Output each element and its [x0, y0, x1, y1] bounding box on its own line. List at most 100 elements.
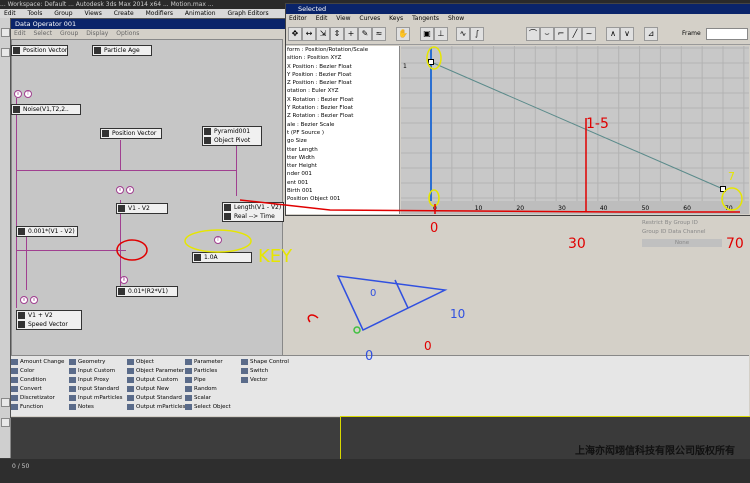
tangent-slow-icon[interactable]: ⌣: [540, 27, 554, 41]
input-port[interactable]: V: [14, 90, 22, 98]
track-item[interactable]: Z Rotation : Bezier Float: [286, 112, 399, 120]
depot-item[interactable]: Discretizator: [11, 394, 55, 402]
tangent-auto-icon[interactable]: ∿: [456, 27, 470, 41]
input-port[interactable]: T: [214, 236, 222, 244]
input-port[interactable]: V: [20, 296, 28, 304]
tool-button[interactable]: [1, 28, 10, 37]
input-port[interactable]: R: [120, 276, 128, 284]
depot-item[interactable]: Object: [127, 358, 154, 366]
ce-menu-edit[interactable]: Edit: [316, 15, 328, 22]
pan-icon[interactable]: ✋: [396, 27, 410, 41]
snap-frames-icon[interactable]: ⊥: [434, 27, 448, 41]
ce-menu-editor[interactable]: Editor: [289, 15, 307, 22]
scale-values-icon[interactable]: ⇕: [330, 27, 344, 41]
track-item[interactable]: X Rotation : Bezier Float: [286, 96, 399, 104]
depot-item[interactable]: Select Object: [185, 403, 231, 411]
controller-tracklist[interactable]: form : Position/Rotation/Scale sition : P…: [286, 46, 400, 214]
track-item[interactable]: Y Rotation : Bezier Float: [286, 104, 399, 112]
time-ruler[interactable]: [401, 201, 749, 214]
track-item[interactable]: X Position : Bezier Float: [286, 63, 399, 71]
track-item[interactable]: ent 001: [286, 179, 399, 187]
menu-create[interactable]: Create: [114, 10, 134, 17]
depot-item[interactable]: Object Parameter: [127, 367, 184, 375]
restrict-checkbox[interactable]: Restrict By Group ID: [642, 220, 698, 226]
tool-button[interactable]: [1, 418, 10, 427]
tool-button[interactable]: [1, 48, 10, 57]
key-start[interactable]: [428, 59, 434, 65]
depot-item[interactable]: Input mParticles: [69, 394, 123, 402]
depot-item[interactable]: Convert: [11, 385, 42, 393]
ce-menu-show[interactable]: Show: [448, 15, 464, 22]
node-position-vector-mid[interactable]: Position Vector: [100, 128, 162, 139]
group-channel-select[interactable]: None: [642, 239, 722, 247]
node-position-vector-top[interactable]: Position Vector: [11, 45, 68, 56]
depot-item[interactable]: Switch: [241, 367, 268, 375]
node-sum-speed[interactable]: V1 + V2 Speed Vector: [16, 310, 82, 330]
menu-animation[interactable]: Animation: [185, 10, 216, 17]
node-value[interactable]: 1.0A: [192, 252, 252, 263]
node-noise[interactable]: Noise(V1,T2,2..: [11, 104, 81, 115]
pv-menu-options[interactable]: Options: [116, 30, 139, 37]
depot-item[interactable]: Geometry: [69, 358, 105, 366]
lock-selection-icon[interactable]: ▣: [420, 27, 434, 41]
track-item[interactable]: Birth 001: [286, 187, 399, 195]
key-end[interactable]: [720, 186, 726, 192]
input-port[interactable]: V: [30, 296, 38, 304]
track-item[interactable]: tter Width: [286, 154, 399, 162]
reduce-keys-icon[interactable]: ≈: [372, 27, 386, 41]
scale-keys-icon[interactable]: ⇲: [316, 27, 330, 41]
depot-item[interactable]: Input Custom: [69, 367, 115, 375]
input-port[interactable]: V: [126, 186, 134, 194]
add-keys-icon[interactable]: +: [344, 27, 358, 41]
track-item[interactable]: go Size: [286, 137, 399, 145]
menu-modifiers[interactable]: Modifiers: [146, 10, 173, 17]
depot-item[interactable]: Pipe: [185, 376, 206, 384]
slide-keys-icon[interactable]: ↔: [302, 27, 316, 41]
node-pyramid[interactable]: Pyramid001 Object Pivot: [202, 126, 262, 146]
curve-graph-svg[interactable]: 0 10 20 30 40 50 60 70 1: [401, 46, 749, 214]
pv-menu-group[interactable]: Group: [60, 30, 78, 37]
track-item[interactable]: Z Position : Bezier Float: [286, 79, 399, 87]
menu-graph-editors[interactable]: Graph Editors: [227, 10, 268, 17]
track-item[interactable]: tter Height: [286, 162, 399, 170]
track-item[interactable]: otation : Euler XYZ: [286, 87, 399, 95]
unify-tangents-icon[interactable]: ∨: [620, 27, 634, 41]
node-length[interactable]: Length(V1 - V2) Real --> Time: [222, 202, 284, 222]
menu-edit[interactable]: Edit: [4, 10, 16, 17]
tangent-fast-icon[interactable]: ⌒: [526, 27, 540, 41]
tangent-smooth-icon[interactable]: ~: [582, 27, 596, 41]
depot-item[interactable]: Color: [11, 367, 34, 375]
depot-item[interactable]: Input Proxy: [69, 376, 109, 384]
ce-menu-curves[interactable]: Curves: [359, 15, 380, 22]
depot-item[interactable]: Parameter: [185, 358, 223, 366]
tangent-step-icon[interactable]: ⌐: [554, 27, 568, 41]
depot-item[interactable]: Shape Control: [241, 358, 289, 366]
draw-curves-icon[interactable]: ✎: [358, 27, 372, 41]
track-item[interactable]: Y Position : Bezier Float: [286, 71, 399, 79]
depot-item[interactable]: Output Custom: [127, 376, 178, 384]
menu-views[interactable]: Views: [84, 10, 101, 17]
tool-button[interactable]: [1, 398, 10, 407]
show-tangents-icon[interactable]: ⊿: [644, 27, 658, 41]
depot-item[interactable]: Output Standard: [127, 394, 182, 402]
input-port[interactable]: V: [116, 186, 124, 194]
track-item[interactable]: Position Object 001: [286, 195, 399, 203]
depot-item[interactable]: Input Standard: [69, 385, 119, 393]
track-item[interactable]: ale : Bezier Scale: [286, 121, 399, 129]
depot-item[interactable]: Random: [185, 385, 217, 393]
ce-menu-keys[interactable]: Keys: [389, 15, 403, 22]
curve-graph[interactable]: 0 10 20 30 40 50 60 70 1: [401, 46, 749, 214]
depot-item[interactable]: Scalar: [185, 394, 211, 402]
pv-menu-select[interactable]: Select: [34, 30, 53, 37]
depot-item[interactable]: Amount Change: [11, 358, 64, 366]
node-graph-canvas[interactable]: Position Vector Particle Age V T Noise(V…: [11, 39, 284, 356]
menu-group[interactable]: Group: [54, 10, 72, 17]
node-particle-age[interactable]: Particle Age: [92, 45, 152, 56]
tangent-spline-icon[interactable]: ∫: [470, 27, 484, 41]
depot-item[interactable]: Output mParticles: [127, 403, 185, 411]
pv-menu-edit[interactable]: Edit: [14, 30, 26, 37]
frame-field[interactable]: [706, 28, 748, 40]
depot-item[interactable]: Condition: [11, 376, 46, 384]
input-port[interactable]: T: [24, 90, 32, 98]
track-item[interactable]: sition : Position XYZ: [286, 54, 399, 62]
